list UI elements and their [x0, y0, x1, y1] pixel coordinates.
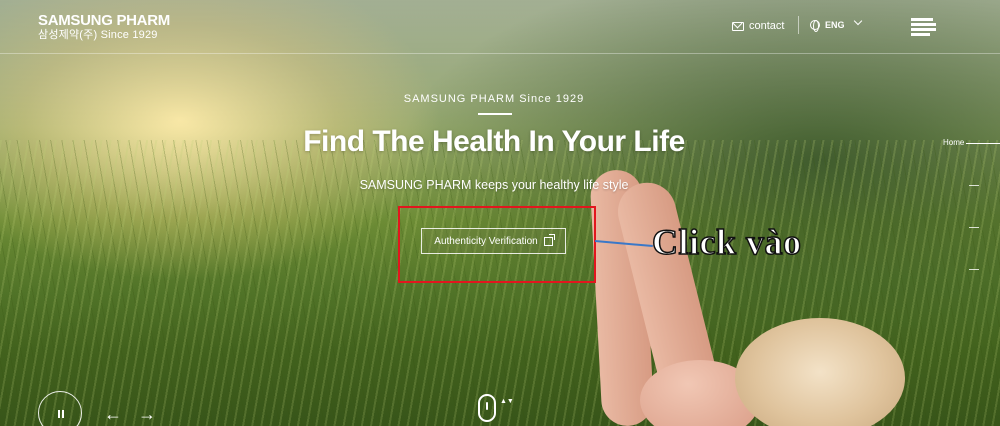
eyebrow-underline [478, 113, 512, 115]
contact-link[interactable]: contact [732, 20, 784, 32]
contact-label: contact [749, 20, 785, 32]
pager-dot-3[interactable] [969, 227, 979, 228]
hamburger-menu-icon[interactable] [911, 18, 936, 36]
hero-headline: Find The Health In Your Life [303, 125, 685, 158]
logo-sub-text: 삼성제약(주) Since 1929 [38, 29, 158, 41]
header-divider [798, 16, 799, 34]
scroll-mouse-icon[interactable] [478, 394, 496, 422]
prev-arrow-icon[interactable]: ← [104, 405, 122, 423]
logo[interactable]: SAMSUNG PHARM 삼성제약(주) Since 1929 [38, 12, 170, 42]
annotation-text: Click vào [651, 221, 802, 263]
next-arrow-icon[interactable]: → [138, 405, 156, 423]
language-label: ENG [825, 20, 845, 30]
chevron-down-icon[interactable] [853, 16, 863, 26]
site-header: SAMSUNG PHARM 삼성제약(주) Since 1929 contact… [0, 0, 1000, 54]
language-selector[interactable]: ENG [810, 20, 845, 32]
pager-dot-4[interactable] [969, 269, 979, 270]
globe-icon [810, 20, 820, 32]
hero-eyebrow: SAMSUNG PHARM Since 1929 [403, 93, 585, 105]
pager-active-indicator [966, 143, 1000, 144]
annotation-highlight-box [398, 206, 596, 283]
hero-subline: SAMSUNG PHARM keeps your healthy life st… [359, 178, 629, 192]
envelope-icon [732, 21, 744, 31]
pager-dot-2[interactable] [969, 185, 979, 186]
pager-home-label[interactable]: Home [943, 138, 964, 147]
scroll-arrows-icon: ▲▼ [500, 398, 514, 405]
hero-photo-hat [735, 318, 905, 426]
logo-main-text: SAMSUNG PHARM [38, 12, 170, 29]
